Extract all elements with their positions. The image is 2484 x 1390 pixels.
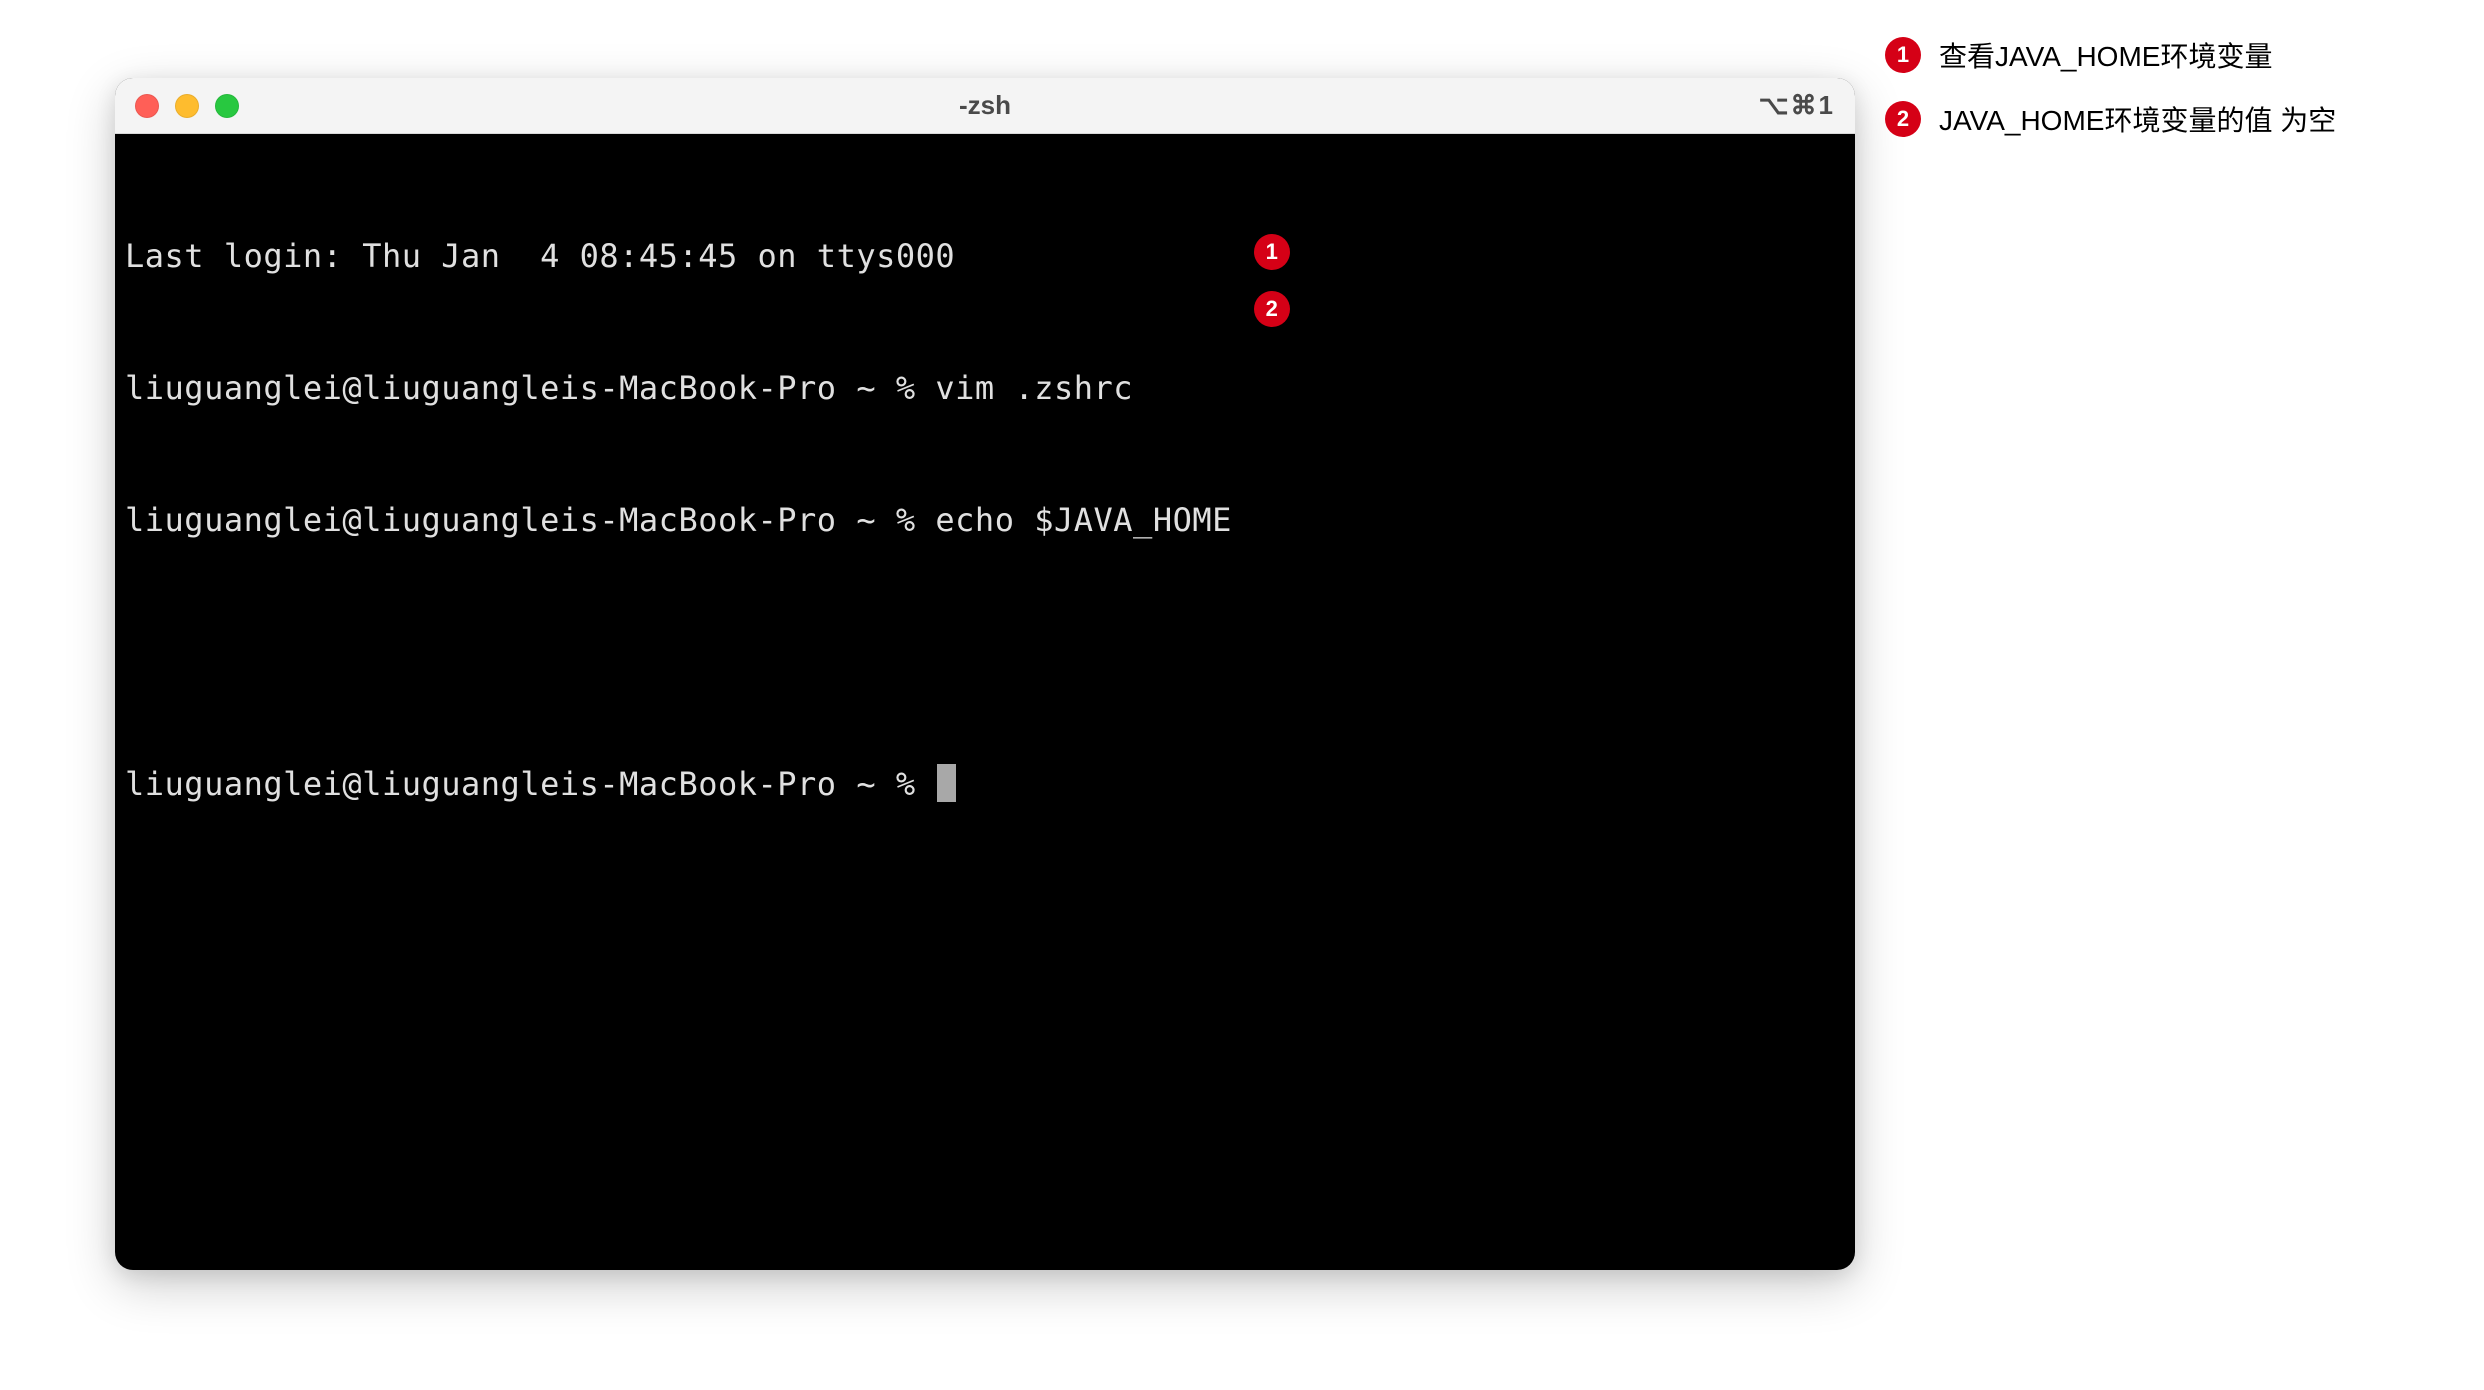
annotation-number: 2 — [1897, 106, 1909, 132]
annotation-text-1: 查看JAVA_HOME环境变量 — [1939, 35, 2272, 75]
command-text: echo $JAVA_HOME — [935, 501, 1231, 539]
annotation-marker-2: 2 — [1254, 291, 1290, 327]
window-shortcut: ⌥⌘1 — [1759, 90, 1835, 121]
shell-prompt: liuguanglei@liuguangleis-MacBook-Pro ~ % — [125, 501, 935, 539]
annotation-item-1: 1 查看JAVA_HOME环境变量 — [1885, 35, 2336, 75]
window-title: -zsh — [959, 90, 1011, 121]
terminal-line-blank — [125, 630, 1845, 674]
terminal-line-1: liuguanglei@liuguangleis-MacBook-Pro ~ %… — [125, 366, 1845, 410]
annotation-number: 2 — [1266, 287, 1279, 331]
terminal-line-2: liuguanglei@liuguangleis-MacBook-Pro ~ %… — [125, 498, 1845, 542]
close-button[interactable] — [135, 94, 159, 118]
annotation-text-2: JAVA_HOME环境变量的值 为空 — [1939, 99, 2336, 139]
annotation-number: 1 — [1266, 230, 1279, 274]
shell-prompt: liuguanglei@liuguangleis-MacBook-Pro ~ % — [125, 369, 935, 407]
annotation-number: 1 — [1897, 42, 1909, 68]
annotation-marker-1: 1 — [1254, 234, 1290, 270]
annotation-list: 1 查看JAVA_HOME环境变量 2 JAVA_HOME环境变量的值 为空 — [1885, 35, 2336, 139]
terminal-line-3: liuguanglei@liuguangleis-MacBook-Pro ~ % — [125, 762, 1845, 806]
cursor-icon — [937, 764, 956, 802]
window-titlebar[interactable]: -zsh ⌥⌘1 — [115, 78, 1855, 134]
last-login-text: Last login: Thu Jan 4 08:45:45 on ttys00… — [125, 237, 955, 275]
shell-prompt: liuguanglei@liuguangleis-MacBook-Pro ~ % — [125, 765, 935, 803]
annotation-item-2: 2 JAVA_HOME环境变量的值 为空 — [1885, 99, 2336, 139]
terminal-line-last-login: Last login: Thu Jan 4 08:45:45 on ttys00… — [125, 234, 1845, 278]
terminal-body[interactable]: Last login: Thu Jan 4 08:45:45 on ttys00… — [115, 134, 1855, 1038]
terminal-window: -zsh ⌥⌘1 Last login: Thu Jan 4 08:45:45 … — [115, 78, 1855, 1270]
annotation-badge-1: 1 — [1885, 37, 1921, 73]
minimize-button[interactable] — [175, 94, 199, 118]
maximize-button[interactable] — [215, 94, 239, 118]
command-text: vim .zshrc — [935, 369, 1133, 407]
annotation-badge-2: 2 — [1885, 101, 1921, 137]
traffic-lights — [135, 94, 239, 118]
